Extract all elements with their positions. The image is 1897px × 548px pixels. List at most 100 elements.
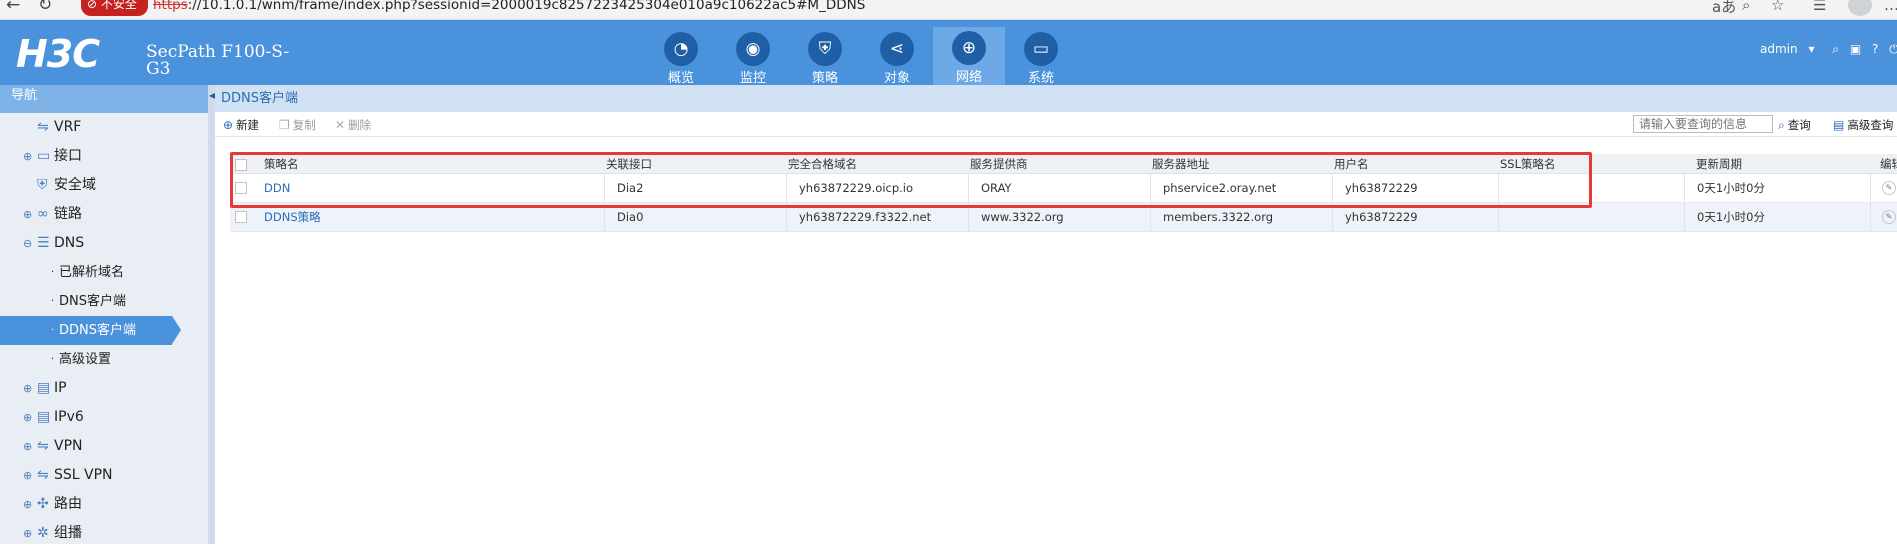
share-icon: ⋖ — [880, 32, 914, 66]
ssl-policy-cell — [1498, 203, 1684, 231]
new-button[interactable]: ⊕ 新建 — [223, 117, 259, 133]
username-cell: yh63872229 — [1332, 174, 1498, 202]
expand-plus-icon[interactable]: ⊕ — [23, 374, 32, 403]
nav-item-ipv6[interactable]: ⊕ ▤ IPv6 — [0, 403, 215, 432]
copy-button[interactable]: ❐ 复制 — [279, 117, 316, 133]
server-cell: members.3322.org — [1150, 203, 1332, 231]
logout-icon[interactable]: ⏻ — [1889, 42, 1897, 56]
column-header[interactable]: 服务器地址 — [1152, 154, 1210, 174]
module-overview[interactable]: ◔ 概览 — [645, 28, 717, 86]
product-name: SecPath F100-S- G3 — [146, 42, 290, 79]
caret-down-icon: ▾ — [1808, 42, 1815, 56]
insecure-badge[interactable]: ⊘ 不安全 — [81, 0, 148, 16]
browser-bar: ← ↻ ⊘ 不安全 https://10.1.0.1/wnm/frame/ind… — [0, 0, 1897, 20]
globe-icon: ⊕ — [952, 31, 986, 65]
expand-plus-icon[interactable]: ⊕ — [23, 432, 32, 461]
column-header[interactable]: 完全合格域名 — [788, 154, 857, 174]
expand-plus-icon[interactable]: ⊕ — [23, 142, 32, 171]
shield-icon: ⛨ — [37, 177, 48, 193]
profile-avatar[interactable] — [1848, 0, 1872, 16]
select-all-checkbox[interactable] — [235, 159, 247, 171]
nav-item-vrf[interactable]: ⇋ VRF — [0, 113, 215, 142]
column-header: 编辑 — [1880, 157, 1897, 171]
advanced-query-button[interactable]: ▤ 高级查询 — [1833, 117, 1893, 133]
vpn-icon: ⇋ — [37, 438, 49, 454]
nav-item-interface[interactable]: ⊕ ▭ 接口 — [0, 142, 215, 171]
interface-cell: Dia0 — [604, 203, 786, 231]
nav-item-ddns-client[interactable]: · DDNS客户端 — [0, 316, 181, 345]
nav-title: 导航 — [0, 85, 215, 113]
warning-icon: ⊘ — [87, 0, 101, 11]
expand-plus-icon[interactable]: ⊕ — [23, 403, 32, 432]
column-header[interactable]: 策略名 — [264, 154, 299, 174]
update-period-cell: 0天1小时0分 — [1684, 203, 1870, 231]
user-menu[interactable]: admin ▾ — [1760, 42, 1821, 56]
column-header[interactable]: 服务提供商 — [970, 154, 1028, 174]
copy-icon: ❐ — [279, 118, 290, 132]
nav-item-advanced-settings[interactable]: · 高级设置 — [0, 345, 215, 374]
module-policy[interactable]: ⛨ 策略 — [789, 28, 861, 86]
interface-cell: Dia2 — [604, 174, 786, 202]
nav-item-ssl-vpn[interactable]: ⊕ ⇋ SSL VPN — [0, 461, 215, 490]
reload-icon[interactable]: ↻ — [38, 0, 52, 15]
table-row[interactable]: DDN Dia2 yh63872229.oicp.io ORAY phservi… — [230, 174, 1897, 203]
nav-item-dns[interactable]: ⊖ ☰ DNS — [0, 229, 215, 258]
back-arrow-icon[interactable]: ← — [6, 0, 20, 15]
address-bar[interactable]: https://10.1.0.1/wnm/frame/index.php?ses… — [153, 0, 865, 13]
read-aloud-icon[interactable]: aあ — [1712, 0, 1736, 17]
table-header: 策略名 关联接口 完全合格域名 服务提供商 服务器地址 用户名 SSL策略名 更… — [230, 154, 1897, 174]
delete-button[interactable]: ✕ 删除 — [335, 117, 371, 133]
search-icon[interactable]: ⌕ — [1832, 42, 1839, 56]
more-menu-icon[interactable]: … — [1884, 0, 1897, 14]
fqdn-cell: yh63872229.f3322.net — [786, 203, 968, 231]
nav-item-security-zone[interactable]: ⛨ 安全域 — [0, 171, 215, 200]
save-icon[interactable]: ▣ — [1850, 42, 1861, 56]
expand-plus-icon[interactable]: ⊕ — [23, 461, 32, 490]
username-cell: yh63872229 — [1332, 203, 1498, 231]
expand-plus-icon[interactable]: ⊕ — [23, 200, 32, 229]
nav-item-ip[interactable]: ⊕ ▤ IP — [0, 374, 215, 403]
nav-splitter[interactable]: ◀ — [208, 85, 215, 544]
provider-cell: www.3322.org — [968, 203, 1150, 231]
nav-item-link[interactable]: ⊕ ∞ 链路 — [0, 200, 215, 229]
ipv6-icon: ▤ — [37, 409, 51, 425]
header-tools: admin ▾ ⌕ ▣ ? ⏻ — [1760, 42, 1897, 57]
collapse-minus-icon[interactable]: ⊖ — [23, 229, 32, 258]
update-period-cell: 0天1小时0分 — [1684, 174, 1870, 202]
edit-pencil-icon[interactable]: ✎ — [1882, 210, 1896, 224]
column-header[interactable]: 更新周期 — [1696, 154, 1742, 174]
ddns-table: 策略名 关联接口 完全合格域名 服务提供商 服务器地址 用户名 SSL策略名 更… — [230, 154, 1897, 232]
expand-plus-icon[interactable]: ⊕ — [23, 490, 32, 519]
nav-item-vpn[interactable]: ⊕ ⇋ VPN — [0, 432, 215, 461]
search-input[interactable] — [1633, 115, 1773, 133]
nav-item-resolved-domains[interactable]: · 已解析域名 — [0, 258, 215, 287]
query-button[interactable]: ⌕ 查询 — [1778, 117, 1811, 133]
ssl-vpn-icon: ⇋ — [37, 467, 49, 483]
module-object[interactable]: ⋖ 对象 — [861, 28, 933, 86]
router-icon: ✣ — [37, 496, 49, 512]
module-monitor[interactable]: ◉ 监控 — [717, 28, 789, 86]
edit-pencil-icon[interactable]: ✎ — [1882, 181, 1896, 195]
module-network[interactable]: ⊕ 网络 — [933, 27, 1005, 85]
favorites-list-icon[interactable]: ☰ — [1813, 0, 1826, 14]
row-checkbox[interactable] — [235, 182, 247, 194]
nav-item-routing[interactable]: ⊕ ✣ 路由 — [0, 490, 215, 519]
nav-item-dns-client[interactable]: · DNS客户端 — [0, 287, 215, 316]
policy-name-link[interactable]: DDN — [252, 174, 604, 202]
row-checkbox[interactable] — [235, 211, 247, 223]
column-header[interactable]: 关联接口 — [606, 154, 652, 174]
advanced-search-icon: ▤ — [1833, 118, 1845, 132]
column-header[interactable]: SSL策略名 — [1500, 154, 1556, 174]
breadcrumb: DDNS客户端 — [215, 85, 1897, 112]
column-header[interactable]: 用户名 — [1334, 154, 1369, 174]
gauge-icon: ◔ — [664, 32, 698, 66]
ip-icon: ▤ — [37, 380, 51, 396]
module-system[interactable]: ▭ 系统 — [1005, 28, 1077, 86]
help-icon[interactable]: ? — [1872, 42, 1878, 56]
policy-name-link[interactable]: DDNS策略 — [252, 203, 604, 231]
delete-x-icon: ✕ — [335, 118, 346, 132]
favorite-star-icon[interactable]: ☆ — [1771, 0, 1784, 14]
zoom-icon[interactable]: ⌕ — [1742, 0, 1750, 14]
search-icon: ⌕ — [1778, 118, 1785, 132]
table-row[interactable]: DDNS策略 Dia0 yh63872229.f3322.net www.332… — [230, 203, 1897, 232]
